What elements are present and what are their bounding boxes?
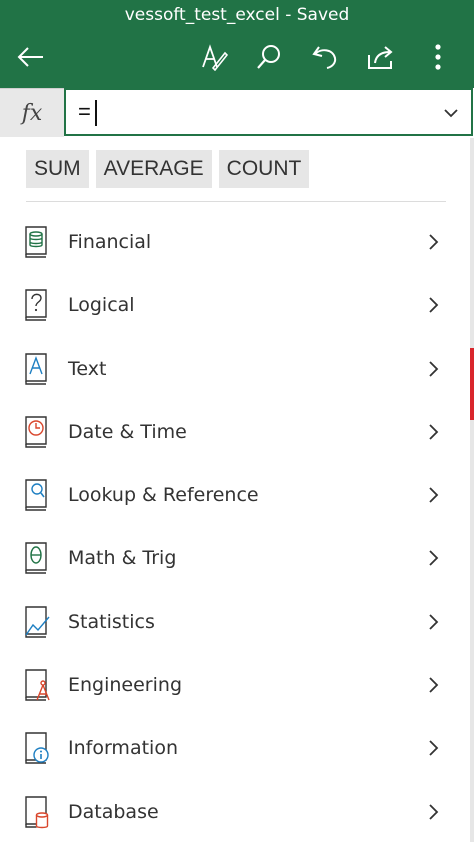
insert-function-button[interactable]: fx xyxy=(0,88,64,137)
share-button[interactable] xyxy=(364,40,398,74)
sheet-edge xyxy=(470,138,474,842)
text-book-icon xyxy=(25,352,47,385)
sheet-edge-marker xyxy=(470,348,474,420)
app-header: vessoft_test_excel - Saved xyxy=(0,0,474,88)
chevron-right-icon xyxy=(429,487,439,503)
chevron-right-icon xyxy=(429,614,439,630)
category-database[interactable]: Database xyxy=(0,781,470,844)
search-button[interactable] xyxy=(252,40,286,74)
category-financial[interactable]: Financial xyxy=(0,211,470,274)
lookup-book-icon xyxy=(25,479,47,511)
category-lookup-reference[interactable]: Lookup & Reference xyxy=(0,464,470,527)
date-time-book-icon xyxy=(25,416,47,448)
quick-function-chips: SUM AVERAGE COUNT xyxy=(26,150,310,188)
text-caret xyxy=(95,100,97,126)
category-label: Financial xyxy=(68,231,152,253)
category-math-trig[interactable]: Math & Trig xyxy=(0,527,470,590)
chevron-right-icon xyxy=(429,804,439,820)
share-icon xyxy=(368,46,393,69)
undo-button[interactable] xyxy=(308,40,342,74)
category-label: Information xyxy=(68,737,178,760)
count-chip[interactable]: COUNT xyxy=(218,150,310,188)
more-vert-icon xyxy=(435,44,441,70)
category-logical[interactable]: Logical xyxy=(0,274,470,337)
database-book-icon xyxy=(25,795,49,828)
logical-book-icon xyxy=(25,289,47,321)
more-options-button[interactable] xyxy=(421,40,455,74)
formula-bar: fx = xyxy=(0,88,474,138)
category-label: Text xyxy=(68,357,107,380)
statistics-book-icon xyxy=(25,606,50,638)
formula-input[interactable]: = xyxy=(64,88,473,136)
sum-chip[interactable]: SUM xyxy=(26,150,89,188)
window-title: vessoft_test_excel - Saved xyxy=(124,5,350,25)
search-icon xyxy=(257,45,280,69)
category-engineering[interactable]: Engineering xyxy=(0,654,470,717)
function-panel: SUM AVERAGE COUNT Financial Logical Text… xyxy=(0,138,470,842)
category-label: Date & Time xyxy=(68,420,187,443)
category-label: Statistics xyxy=(68,610,155,633)
category-statistics[interactable]: Statistics xyxy=(0,591,470,654)
chevron-right-icon xyxy=(429,360,439,377)
category-label: Lookup & Reference xyxy=(68,484,259,507)
category-label: Database xyxy=(68,800,159,823)
category-label: Math & Trig xyxy=(68,547,177,570)
fx-label: fx xyxy=(21,100,43,126)
category-text[interactable]: Text xyxy=(0,338,470,401)
undo-icon xyxy=(312,46,337,69)
category-label: Logical xyxy=(68,294,135,317)
back-button[interactable] xyxy=(14,40,48,74)
engineering-book-icon xyxy=(25,669,50,701)
math-trig-book-icon xyxy=(25,542,47,575)
back-arrow-icon xyxy=(17,47,43,67)
chevron-down-icon[interactable] xyxy=(443,105,459,121)
category-information[interactable]: Information xyxy=(0,717,470,780)
divider xyxy=(26,201,446,202)
category-label: Engineering xyxy=(68,674,182,697)
average-chip[interactable]: AVERAGE xyxy=(95,150,212,188)
chevron-right-icon xyxy=(429,234,439,250)
chevron-right-icon xyxy=(429,550,439,567)
ink-pen-icon xyxy=(202,44,228,71)
chevron-right-icon xyxy=(429,297,439,313)
information-book-icon xyxy=(25,732,49,765)
chevron-right-icon xyxy=(429,424,439,440)
formula-value: = xyxy=(78,99,91,124)
chevron-right-icon xyxy=(429,677,439,693)
financial-book-icon xyxy=(25,226,47,258)
function-category-list: Financial Logical Text Date & Time Looku… xyxy=(0,211,470,844)
draw-button[interactable] xyxy=(197,40,231,74)
chevron-right-icon xyxy=(429,740,439,757)
category-date-time[interactable]: Date & Time xyxy=(0,401,470,464)
